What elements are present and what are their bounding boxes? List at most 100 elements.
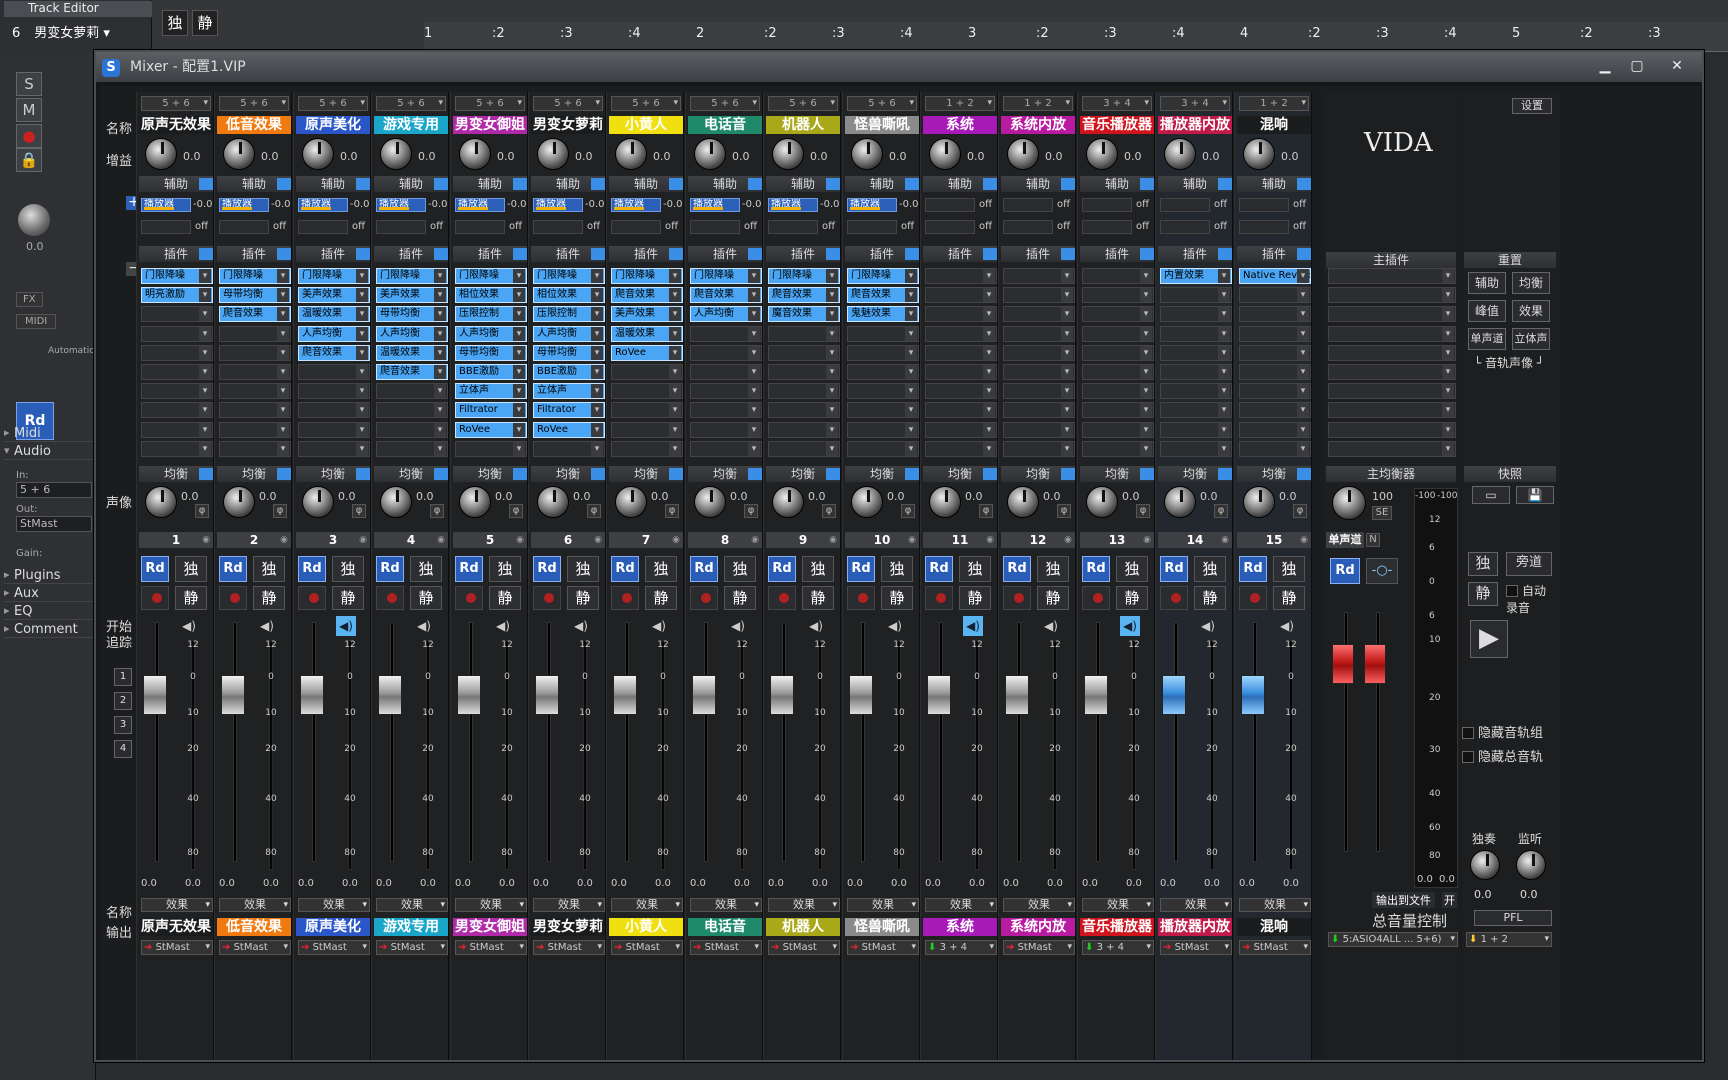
insert-slot[interactable]: 人声均衡 <box>298 325 370 342</box>
input-route-select[interactable]: 5 + 6 <box>690 96 760 111</box>
eq-header[interactable]: 均衡 <box>1001 466 1075 482</box>
phase-icon[interactable]: φ <box>352 504 366 518</box>
insert-slot-empty[interactable] <box>1239 402 1311 419</box>
reset-aux-button[interactable]: 辅助 <box>1468 272 1506 294</box>
minimize-icon[interactable]: ▁ <box>1590 54 1620 78</box>
solo-button[interactable]: 独 <box>1116 556 1148 582</box>
channel-name[interactable]: 男变女御姐 <box>453 116 527 134</box>
input-route-select[interactable]: 5 + 6 <box>376 96 446 111</box>
insert-slot-empty[interactable] <box>219 364 291 380</box>
insert-slot-empty[interactable] <box>925 421 997 438</box>
insert-slot-empty[interactable] <box>219 421 291 438</box>
insert-slot-empty[interactable] <box>768 421 840 438</box>
insert-slot-empty[interactable] <box>298 383 370 400</box>
reset-fx-button[interactable]: 效果 <box>1512 300 1550 322</box>
output-route-select[interactable]: ➔ StMast <box>1239 940 1311 955</box>
insert-slot-empty[interactable] <box>1160 364 1232 380</box>
insert-slot-empty[interactable] <box>768 325 840 342</box>
insert-slot-empty[interactable] <box>1239 344 1311 361</box>
insert-slot[interactable]: 人声均衡 <box>690 306 762 323</box>
mute-button[interactable]: 静 <box>332 586 364 610</box>
mute-button[interactable]: 静 <box>1116 586 1148 610</box>
monitor-output-select[interactable]: ⬇ 1 + 2 <box>1466 932 1552 947</box>
monitor-speaker-icon[interactable]: ◀) <box>414 616 434 636</box>
insert-slot-empty[interactable] <box>1160 440 1232 457</box>
record-arm-button[interactable] <box>1003 586 1031 610</box>
master-fader-left[interactable] <box>1332 644 1354 684</box>
channel-name-bottom[interactable]: 原声美化 <box>296 918 370 936</box>
insert-slot-empty[interactable] <box>1239 364 1311 380</box>
mono-pan-button[interactable]: 单声道 <box>1468 328 1506 350</box>
maximize-icon[interactable]: ▢ <box>1622 54 1652 78</box>
insert-slot-empty[interactable] <box>376 383 448 400</box>
insert-slot-empty[interactable] <box>141 421 213 438</box>
insert-slot-empty[interactable] <box>1003 383 1075 400</box>
volume-fader[interactable] <box>143 675 167 715</box>
aux-send-slot-2[interactable] <box>455 220 505 234</box>
insert-slot-empty[interactable] <box>1160 383 1232 400</box>
insert-slot-empty[interactable] <box>847 383 919 400</box>
bypass-button[interactable]: 旁道 <box>1506 552 1552 576</box>
record-arm-button[interactable] <box>455 586 483 610</box>
aux-send-slot-2[interactable] <box>141 220 191 234</box>
channel-name-bottom[interactable]: 男变女萝莉 <box>531 918 605 936</box>
insert-header[interactable]: 插件 <box>453 246 527 262</box>
insert-slot-empty[interactable] <box>1239 421 1311 438</box>
insert-slot[interactable]: 人声均衡 <box>533 325 605 342</box>
insert-slot[interactable]: 温暖效果 <box>611 325 683 342</box>
insert-slot[interactable]: 美声效果 <box>376 287 448 304</box>
record-arm-button[interactable] <box>376 586 404 610</box>
insert-slot[interactable]: 压限控制 <box>455 306 527 323</box>
pan-knob[interactable] <box>772 486 804 518</box>
record-arm-button[interactable] <box>690 586 718 610</box>
record-arm-button[interactable] <box>141 586 169 610</box>
aux-header[interactable]: 辅助 <box>766 176 840 192</box>
input-route-select[interactable]: 3 + 4 <box>1160 96 1230 111</box>
insert-slot-empty[interactable] <box>141 306 213 323</box>
reset-eq-button[interactable]: 均衡 <box>1512 272 1550 294</box>
mute-button[interactable]: 静 <box>802 586 834 610</box>
gain-knob[interactable] <box>694 138 726 170</box>
gain-knob[interactable] <box>302 138 334 170</box>
aux-header[interactable]: 辅助 <box>845 176 919 192</box>
insert-slot[interactable]: Filtrator <box>455 402 527 419</box>
insert-slot[interactable]: 爬音效果 <box>690 287 762 304</box>
channel-name-bottom[interactable]: 游戏专用 <box>374 918 448 936</box>
insert-header[interactable]: 插件 <box>1237 246 1311 262</box>
read-button[interactable]: Rd <box>141 556 169 582</box>
gain-knob[interactable] <box>929 138 961 170</box>
gain-knob[interactable] <box>380 138 412 170</box>
insert-slot-empty[interactable] <box>768 344 840 361</box>
input-route-select[interactable]: 5 + 6 <box>847 96 917 111</box>
volume-fader[interactable] <box>770 675 794 715</box>
solo-button[interactable]: 独 <box>802 556 834 582</box>
insert-slot-empty[interactable] <box>298 364 370 380</box>
insert-slot-empty[interactable] <box>1082 287 1154 304</box>
reset-header[interactable]: 重置 <box>1464 252 1556 268</box>
mute-button[interactable]: 静 <box>724 586 756 610</box>
section-comment[interactable]: Comment <box>4 622 94 638</box>
monitor-speaker-icon[interactable]: ◀) <box>1120 616 1140 636</box>
record-arm-button[interactable] <box>298 586 326 610</box>
gain-knob[interactable] <box>772 138 804 170</box>
insert-header[interactable]: 插件 <box>139 246 213 262</box>
insert-slot[interactable]: 魔音效果 <box>768 306 840 323</box>
insert-slot[interactable]: 相位效果 <box>455 287 527 304</box>
insert-slot-empty[interactable] <box>1003 268 1075 284</box>
gain-knob[interactable] <box>459 138 491 170</box>
output-route-select[interactable]: ➔ StMast <box>1003 940 1075 955</box>
insert-slot-empty[interactable] <box>925 268 997 284</box>
insert-slot-empty[interactable] <box>1082 268 1154 284</box>
output-route-select[interactable]: ➔ StMast <box>533 940 605 955</box>
insert-slot-empty[interactable] <box>1160 306 1232 323</box>
record-arm-button[interactable] <box>1082 586 1110 610</box>
read-button[interactable]: Rd <box>1160 556 1188 582</box>
input-route-select[interactable]: 5 + 6 <box>298 96 368 111</box>
pan-knob[interactable] <box>380 486 412 518</box>
insert-slot-empty[interactable] <box>1239 287 1311 304</box>
pfl-button[interactable]: PFL <box>1474 910 1552 926</box>
insert-slot[interactable]: 母带均衡 <box>533 344 605 361</box>
insert-slot-empty[interactable] <box>1003 306 1075 323</box>
phase-icon[interactable]: φ <box>273 504 287 518</box>
channel-name[interactable]: 系统内放 <box>1001 116 1075 134</box>
